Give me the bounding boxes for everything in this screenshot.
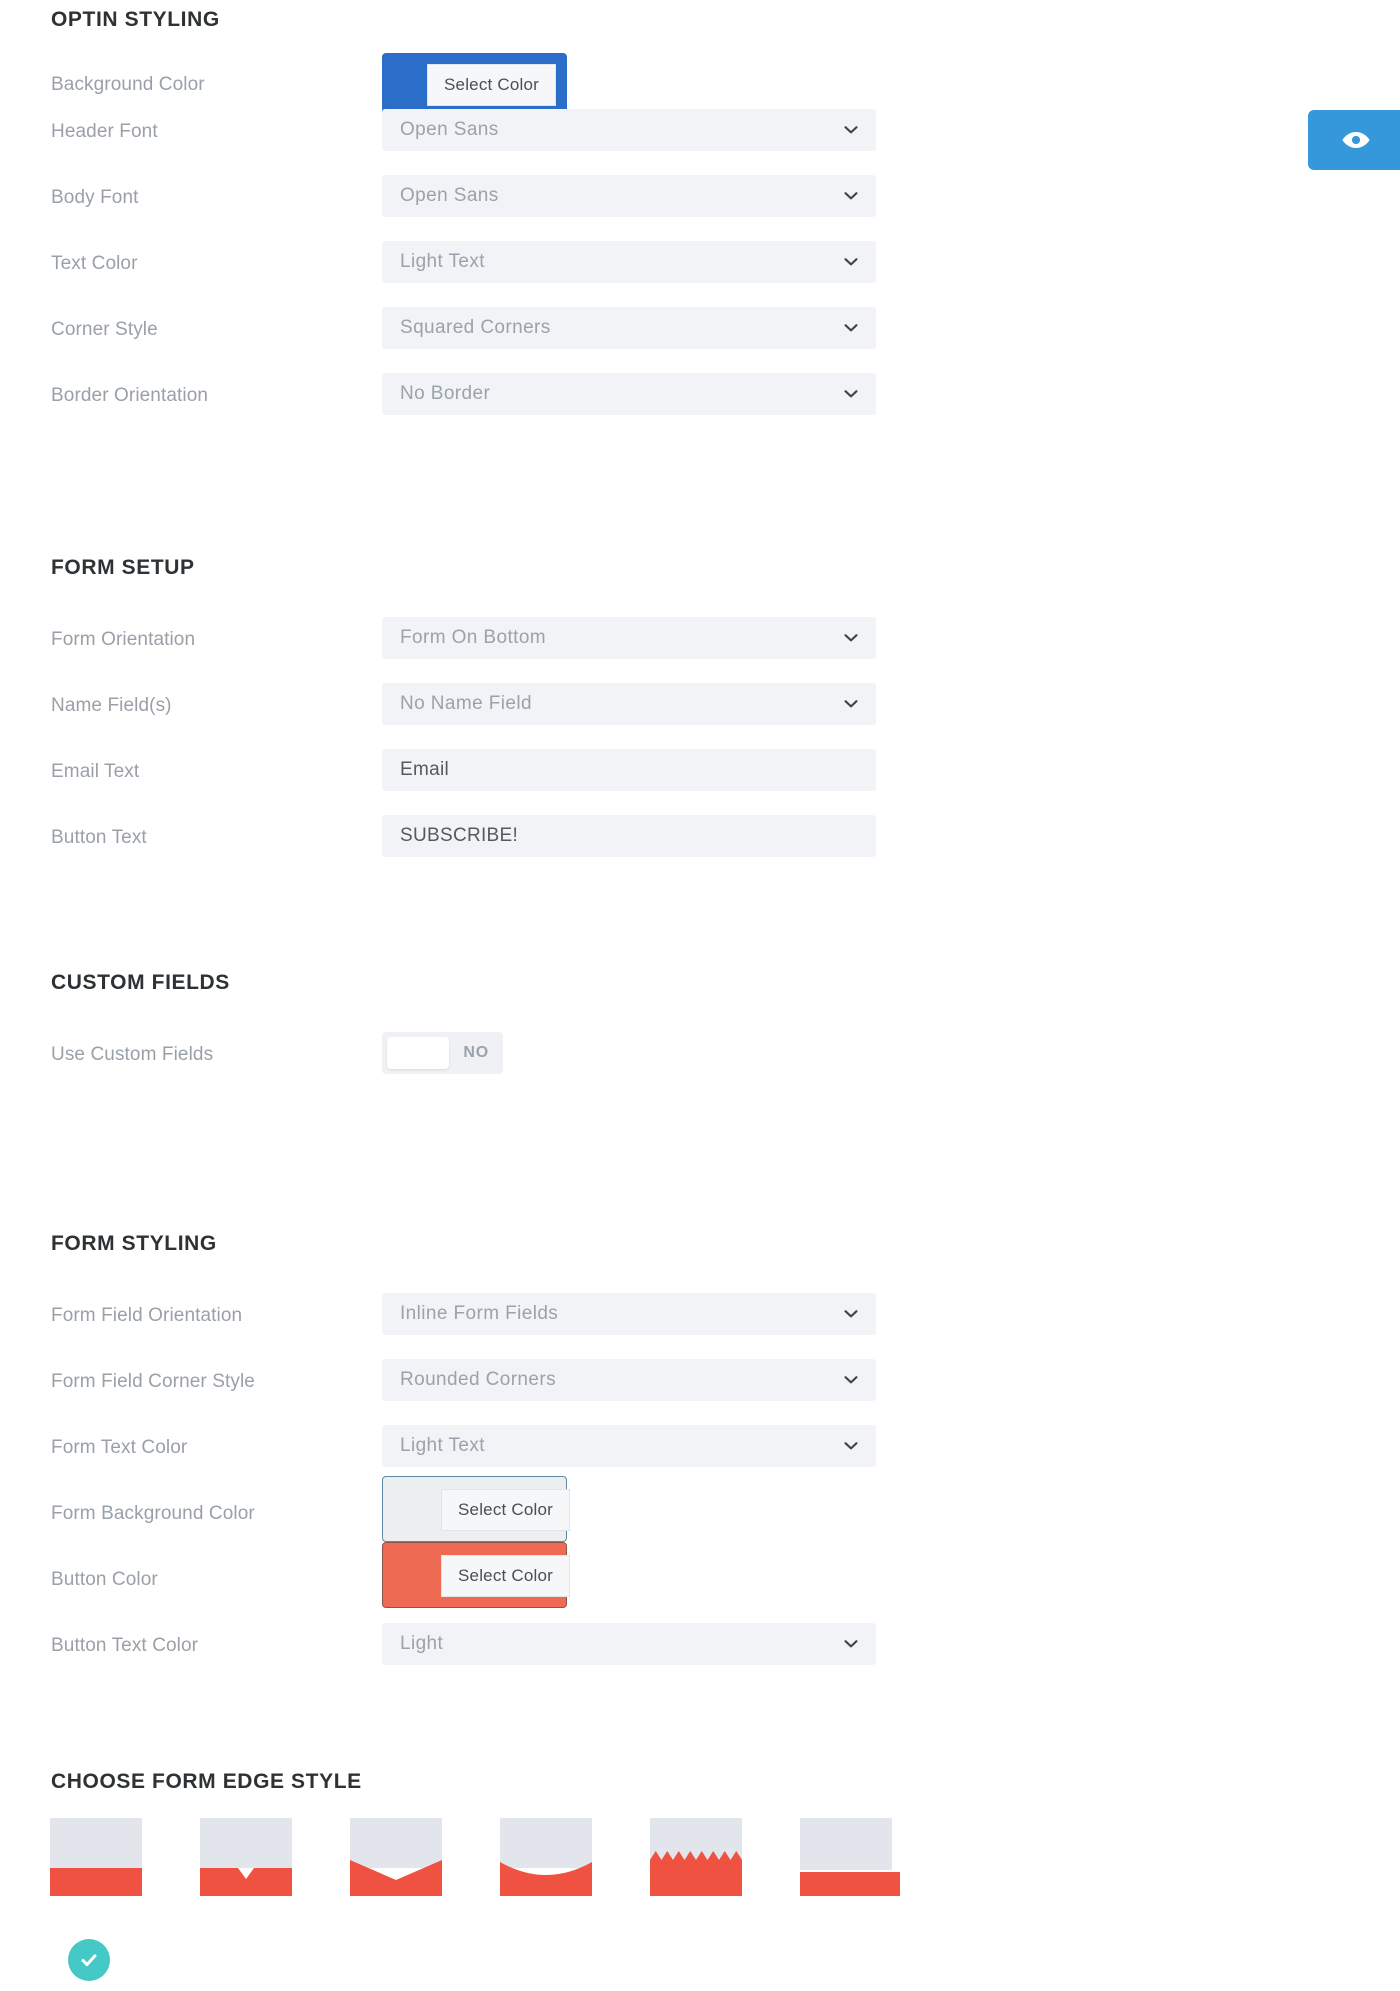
- button-text-color-value: Light: [400, 1633, 444, 1654]
- section-title-form-edge-style: CHOOSE FORM EDGE STYLE: [51, 1770, 362, 1793]
- section-title-form-styling: FORM STYLING: [51, 1232, 217, 1255]
- email-text-input[interactable]: Email: [382, 749, 876, 791]
- row-label-border-orientation: Border Orientation: [51, 385, 209, 406]
- row-header-font: Header Font Open Sans: [0, 109, 1400, 155]
- button-color-swatch[interactable]: Select Color: [382, 1542, 570, 1608]
- chevron-down-icon: [842, 695, 860, 713]
- body-font-select[interactable]: Open Sans: [382, 175, 876, 217]
- form-text-color-select[interactable]: Light Text: [382, 1425, 876, 1467]
- row-use-custom-fields: Use Custom Fields NO: [0, 1032, 1400, 1078]
- row-label-background-color: Background Color: [51, 74, 205, 95]
- row-label-button-color: Button Color: [51, 1569, 158, 1590]
- row-form-field-orientation: Form Field Orientation Inline Form Field…: [0, 1293, 1400, 1339]
- header-font-select[interactable]: Open Sans: [382, 109, 876, 151]
- button-text-color-select[interactable]: Light: [382, 1623, 876, 1665]
- form-field-orientation-select[interactable]: Inline Form Fields: [382, 1293, 876, 1335]
- row-label-form-text-color: Form Text Color: [51, 1437, 188, 1458]
- eye-icon: [1342, 132, 1370, 148]
- form-background-color-swatch[interactable]: Select Color: [382, 1476, 570, 1542]
- row-label-form-field-corner-style: Form Field Corner Style: [51, 1371, 255, 1392]
- edge-style-selected-check-icon: [68, 1939, 110, 1981]
- row-label-corner-style: Corner Style: [51, 319, 158, 340]
- preview-eye-button[interactable]: [1308, 110, 1400, 170]
- chevron-down-icon: [842, 1305, 860, 1323]
- section-title-custom-fields: CUSTOM FIELDS: [51, 971, 230, 994]
- text-color-select[interactable]: Light Text: [382, 241, 876, 283]
- section-title-optin-styling: OPTIN STYLING: [51, 8, 220, 31]
- chevron-down-icon: [842, 319, 860, 337]
- form-text-color-value: Light Text: [400, 1435, 485, 1456]
- row-text-color: Text Color Light Text: [0, 241, 1400, 287]
- row-form-background-color: Form Background Color Select Color: [0, 1476, 1400, 1542]
- row-form-field-corner-style: Form Field Corner Style Rounded Corners: [0, 1359, 1400, 1405]
- row-corner-style: Corner Style Squared Corners: [0, 307, 1400, 353]
- form-field-orientation-value: Inline Form Fields: [400, 1303, 559, 1324]
- body-font-value: Open Sans: [400, 185, 499, 206]
- row-body-font: Body Font Open Sans: [0, 175, 1400, 221]
- background-select-color-button[interactable]: Select Color: [427, 64, 556, 106]
- edge-style-option-arc-edge[interactable]: [500, 1818, 592, 1896]
- chevron-down-icon: [842, 253, 860, 271]
- form-orientation-select[interactable]: Form On Bottom: [382, 617, 876, 659]
- name-fields-value: No Name Field: [400, 693, 532, 714]
- form-field-corner-style-select[interactable]: Rounded Corners: [382, 1359, 876, 1401]
- row-button-text-color: Button Text Color Light: [0, 1623, 1400, 1669]
- row-form-orientation: Form Orientation Form On Bottom: [0, 617, 1400, 663]
- corner-style-value: Squared Corners: [400, 317, 551, 338]
- border-orientation-select[interactable]: No Border: [382, 373, 876, 415]
- edge-style-option-chevron-edge[interactable]: [350, 1818, 442, 1896]
- email-text-value: Email: [400, 759, 450, 780]
- edge-style-option-notch-edge[interactable]: [200, 1818, 292, 1896]
- chevron-down-icon: [842, 187, 860, 205]
- chevron-down-icon: [842, 385, 860, 403]
- text-color-value: Light Text: [400, 251, 485, 272]
- row-form-text-color: Form Text Color Light Text: [0, 1425, 1400, 1471]
- use-custom-fields-toggle[interactable]: NO: [382, 1032, 503, 1074]
- header-font-value: Open Sans: [400, 119, 499, 140]
- form-field-corner-style-value: Rounded Corners: [400, 1369, 556, 1390]
- row-label-form-orientation: Form Orientation: [51, 629, 196, 650]
- row-button-text: Button Text SUBSCRIBE!: [0, 815, 1400, 861]
- chevron-down-icon: [842, 629, 860, 647]
- row-label-email-text: Email Text: [51, 761, 140, 782]
- row-label-body-font: Body Font: [51, 187, 139, 208]
- row-email-text: Email Text Email: [0, 749, 1400, 795]
- row-button-color: Button Color Select Color: [0, 1542, 1400, 1608]
- row-background-color: Background Color Select Color: [0, 53, 1400, 115]
- row-label-button-text: Button Text: [51, 827, 147, 848]
- row-label-form-field-orientation: Form Field Orientation: [51, 1305, 243, 1326]
- chevron-down-icon: [842, 1371, 860, 1389]
- edge-style-option-offset-bar-edge[interactable]: [800, 1818, 900, 1896]
- row-label-form-background-color: Form Background Color: [51, 1503, 255, 1524]
- row-label-header-font: Header Font: [51, 121, 158, 142]
- border-orientation-value: No Border: [400, 383, 491, 404]
- button-text-value: SUBSCRIBE!: [400, 825, 519, 846]
- edge-style-option-flat-edge[interactable]: [50, 1818, 142, 1896]
- form-orientation-value: Form On Bottom: [400, 627, 547, 648]
- edge-style-option-zigzag-edge[interactable]: [650, 1818, 742, 1896]
- chevron-down-icon: [842, 1635, 860, 1653]
- toggle-knob[interactable]: [387, 1037, 449, 1069]
- section-title-form-setup: FORM SETUP: [51, 556, 195, 579]
- row-border-orientation: Border Orientation No Border: [0, 373, 1400, 419]
- form-background-select-color-button[interactable]: Select Color: [441, 1489, 570, 1531]
- row-label-text-color: Text Color: [51, 253, 138, 274]
- chevron-down-icon: [842, 1437, 860, 1455]
- row-label-use-custom-fields: Use Custom Fields: [51, 1044, 214, 1065]
- row-label-button-text-color: Button Text Color: [51, 1635, 199, 1656]
- row-name-fields: Name Field(s) No Name Field: [0, 683, 1400, 729]
- chevron-down-icon: [842, 121, 860, 139]
- name-fields-select[interactable]: No Name Field: [382, 683, 876, 725]
- toggle-state-label: NO: [463, 1044, 489, 1061]
- button-select-color-button[interactable]: Select Color: [441, 1555, 570, 1597]
- row-label-name-fields: Name Field(s): [51, 695, 172, 716]
- background-color-swatch[interactable]: Select Color: [382, 53, 567, 115]
- corner-style-select[interactable]: Squared Corners: [382, 307, 876, 349]
- button-text-input[interactable]: SUBSCRIBE!: [382, 815, 876, 857]
- optin-settings-panel: OPTIN STYLING Background Color Select Co…: [0, 0, 1400, 1991]
